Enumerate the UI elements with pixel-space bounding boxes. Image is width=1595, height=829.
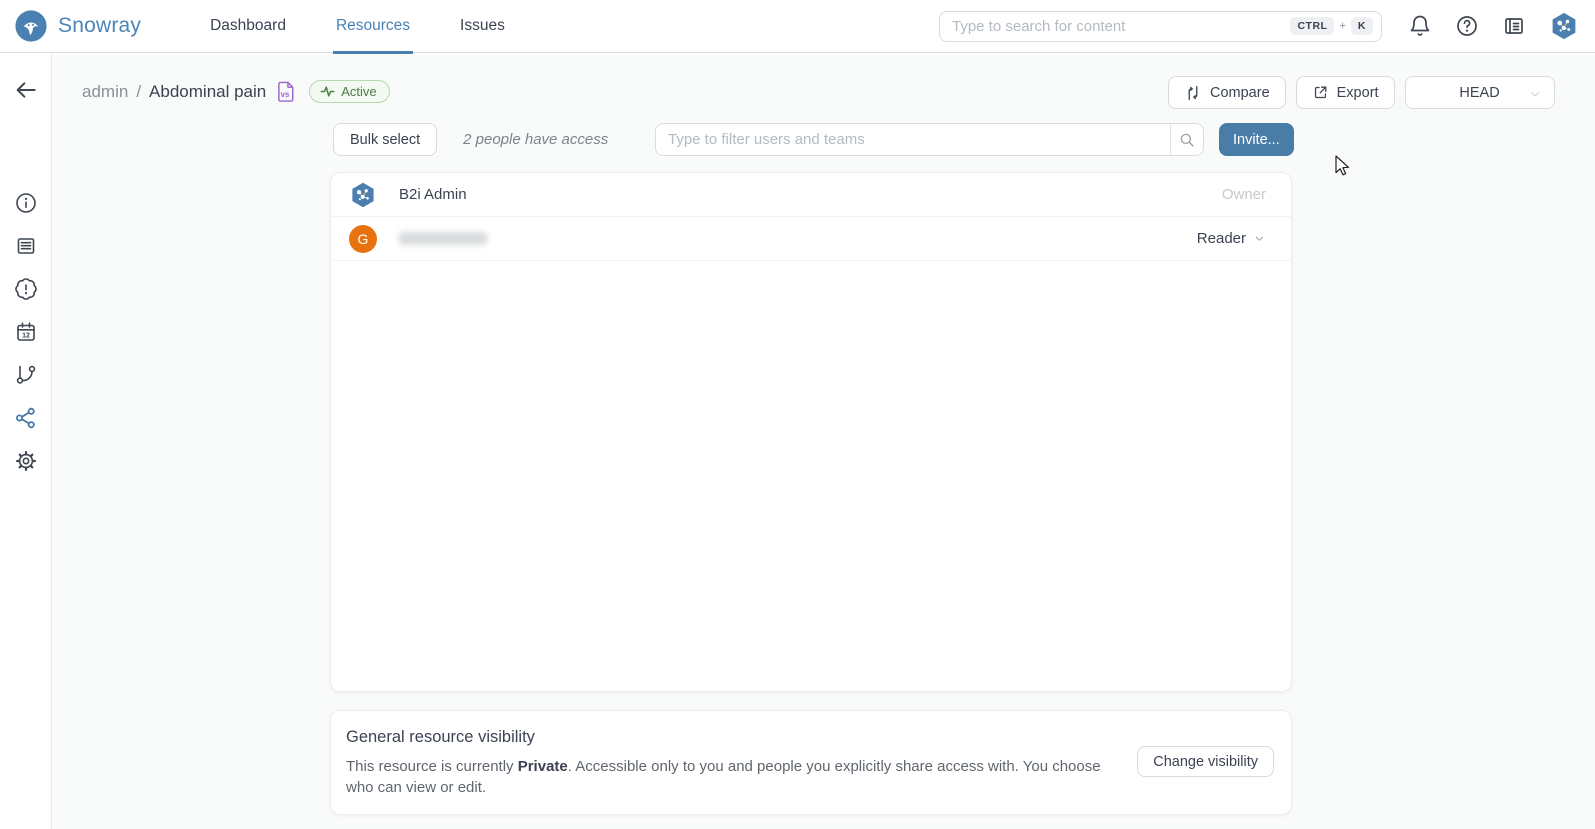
visibility-text-prefix: This resource is currently [346, 758, 518, 775]
mouse-cursor-icon [1333, 155, 1353, 177]
git-compare-icon [1184, 84, 1202, 102]
version-select[interactable]: HEAD [1405, 76, 1555, 109]
member-role-owner: Owner [1222, 186, 1266, 203]
export-button[interactable]: Export [1296, 76, 1395, 109]
member-initial-avatar: G [349, 225, 377, 253]
main-nav: Dashboard Resources Issues [185, 0, 530, 53]
topbar: Snowray Dashboard Resources Issues CTRL … [0, 0, 1595, 53]
chevron-down-icon [1528, 88, 1542, 100]
shortcut-ctrl-key: CTRL [1290, 17, 1334, 35]
visibility-private-label: Private [518, 758, 568, 775]
brand-name: Snowray [58, 14, 141, 38]
compare-button[interactable]: Compare [1168, 76, 1286, 109]
shortcut-plus: + [1339, 20, 1345, 32]
members-panel: B2i Admin Owner G Reader [330, 172, 1292, 692]
export-button-label: Export [1337, 85, 1379, 101]
sidebar-item-info[interactable] [0, 181, 52, 224]
user-avatar[interactable] [1549, 11, 1579, 41]
chevron-down-icon [1253, 233, 1266, 244]
global-search[interactable]: CTRL + K [939, 11, 1382, 42]
news-changelog-icon[interactable] [1502, 14, 1526, 38]
change-visibility-button[interactable]: Change visibility [1137, 746, 1274, 777]
member-row-owner: B2i Admin Owner [331, 173, 1291, 217]
version-select-value: HEAD [1459, 85, 1499, 101]
activity-pulse-icon [320, 85, 335, 98]
sidebar-item-calendar[interactable]: 12 [0, 310, 52, 353]
compare-button-label: Compare [1210, 85, 1270, 101]
sidebar-item-versions[interactable] [0, 353, 52, 396]
status-badge: Active [309, 80, 389, 103]
search-icon[interactable] [1170, 123, 1203, 156]
invite-button[interactable]: Invite... [1219, 123, 1294, 156]
help-icon[interactable] [1455, 14, 1479, 38]
shortcut-k-key: K [1351, 17, 1373, 35]
filter-users-box[interactable] [655, 123, 1204, 156]
svg-text:vs: vs [281, 90, 290, 99]
nav-dashboard[interactable]: Dashboard [185, 0, 311, 53]
nav-resources[interactable]: Resources [311, 0, 435, 53]
member-name: B2i Admin [399, 186, 467, 203]
sidebar-item-share[interactable] [0, 396, 52, 439]
sidebar-item-alerts[interactable] [0, 267, 52, 310]
member-row-reader: G Reader [331, 217, 1291, 261]
back-arrow-icon[interactable] [13, 77, 39, 103]
member-role-select[interactable]: Reader [1197, 230, 1266, 247]
breadcrumb-parent[interactable]: admin [82, 82, 128, 102]
page-title: Abdominal pain [149, 82, 266, 102]
member-name-redacted [399, 232, 487, 245]
visibility-panel: General resource visibility This resourc… [330, 710, 1292, 815]
status-badge-label: Active [341, 84, 376, 99]
versioned-file-icon[interactable]: vs [276, 80, 297, 103]
breadcrumb-separator: / [136, 82, 141, 102]
member-role-value: Reader [1197, 230, 1246, 247]
left-sidebar: 12 [0, 53, 52, 829]
svg-text:12: 12 [22, 332, 30, 339]
visibility-title: General resource visibility [346, 728, 1273, 747]
snowray-logo-icon [14, 9, 48, 43]
breadcrumb: admin / Abdominal pain vs Active [82, 80, 390, 103]
nav-issues[interactable]: Issues [435, 0, 530, 53]
access-summary: 2 people have access [463, 131, 608, 148]
global-search-input[interactable] [952, 18, 1290, 35]
access-toolbar: Bulk select 2 people have access Invite.… [333, 123, 1285, 156]
export-icon [1312, 84, 1329, 101]
filter-users-input[interactable] [656, 131, 1170, 148]
sidebar-item-document[interactable] [0, 224, 52, 267]
visibility-description: This resource is currently Private. Acce… [346, 756, 1128, 798]
org-hexagon-avatar [349, 181, 377, 209]
notifications-bell-icon[interactable] [1408, 14, 1432, 38]
sidebar-item-settings[interactable] [0, 439, 52, 482]
bulk-select-button[interactable]: Bulk select [333, 123, 437, 156]
app-logo[interactable]: Snowray [14, 9, 141, 43]
